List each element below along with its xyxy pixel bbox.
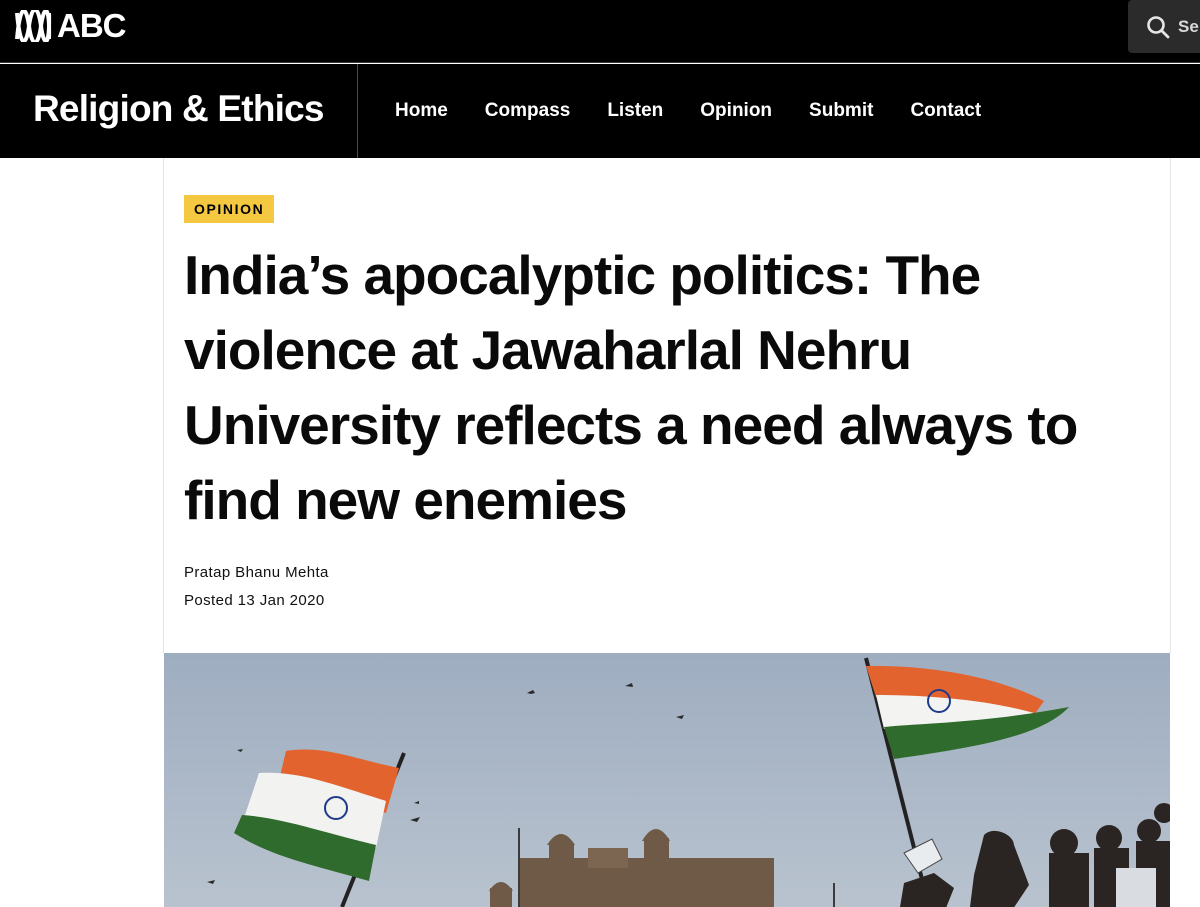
category-tag-opinion[interactable]: OPINION	[184, 195, 275, 223]
nav-item-listen[interactable]: Listen	[607, 100, 663, 122]
article-header: OPINION India’s apocalyptic politics: Th…	[163, 158, 1171, 653]
abc-lissajous-logo-icon	[15, 10, 52, 42]
nav-item-home[interactable]: Home	[395, 100, 448, 122]
nav-item-opinion[interactable]: Opinion	[700, 100, 772, 122]
abc-logo-text: ABC	[57, 7, 126, 44]
search-input[interactable]: Se	[1128, 0, 1200, 53]
search-icon	[1147, 15, 1170, 38]
nav-menu: Home Compass Listen Opinion Submit Conta…	[395, 64, 981, 158]
abc-logo-link[interactable]: ABC	[14, 9, 126, 43]
abc-global-header: ABC Se	[0, 0, 1200, 63]
section-title-link[interactable]: Religion & Ethics	[33, 86, 324, 132]
article-author: Pratap Bhanu Mehta	[184, 564, 329, 581]
section-navigation: Religion & Ethics Home Compass Listen Op…	[0, 64, 1200, 158]
nav-item-submit[interactable]: Submit	[809, 100, 873, 122]
nav-divider	[357, 64, 358, 158]
hero-image	[164, 653, 1170, 907]
nav-item-compass[interactable]: Compass	[485, 100, 571, 122]
article-posted-date: Posted 13 Jan 2020	[184, 592, 325, 609]
article-headline: India’s apocalyptic politics: The violen…	[184, 244, 1078, 531]
search-placeholder: Se	[1178, 16, 1199, 36]
protest-flags-photo	[164, 653, 1170, 907]
nav-item-contact[interactable]: Contact	[910, 100, 981, 122]
